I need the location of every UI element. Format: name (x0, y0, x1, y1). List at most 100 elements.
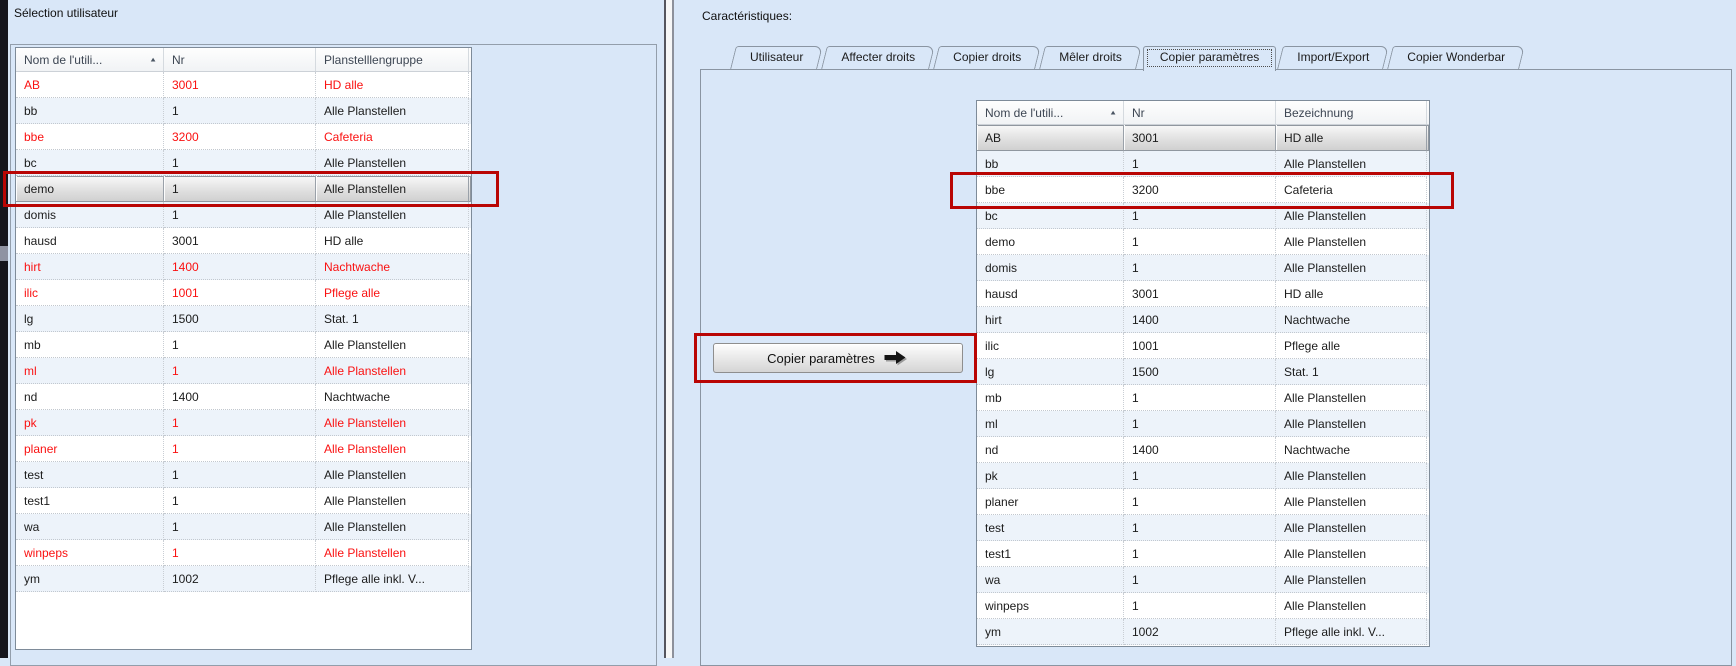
table-header: Nom de l'utili... ▲ Nr Planstelllengruppe (16, 48, 471, 72)
user-selection-table[interactable]: Nom de l'utili... ▲ Nr Planstelllengruppe AB… (3, 47, 499, 650)
table-row[interactable]: planer 1 Alle Planstellen (16, 436, 471, 462)
table-row[interactable]: hausd 3001 HD alle (977, 281, 1429, 307)
table-row[interactable]: domis 1 Alle Planstellen (977, 255, 1429, 281)
table-row[interactable]: demo 1 Alle Planstellen (3, 171, 499, 207)
table-row[interactable]: demo 1 Alle Planstellen (977, 229, 1429, 255)
table-row[interactable]: hirt 1400 Nachtwache (16, 254, 471, 280)
table-cell: 1 (164, 150, 316, 176)
table-cell: Stat. 1 (1276, 359, 1427, 385)
table-cell: 1001 (164, 280, 316, 306)
table-row[interactable]: domis 1 Alle Planstellen (16, 202, 471, 228)
table-cell: Nachtwache (1276, 437, 1427, 463)
table-row[interactable]: ml 1 Alle Planstellen (977, 411, 1429, 437)
tab-affecter-droits[interactable]: Affecter droits (824, 46, 932, 69)
table-cell: ml (977, 411, 1124, 437)
tab-utilisateur[interactable]: Utilisateur (733, 46, 820, 69)
column-header[interactable]: Nr (164, 48, 316, 71)
column-header-label: Nom de l'utili... (24, 52, 103, 67)
table-cell: Alle Planstellen (1276, 385, 1427, 411)
column-header[interactable]: Nr (1124, 101, 1276, 124)
table-cell: 1002 (1124, 619, 1276, 645)
table-cell: 1001 (1124, 333, 1276, 359)
table-cell: 1 (1124, 593, 1276, 619)
table-cell: test1 (977, 541, 1124, 567)
table-row[interactable]: ilic 1001 Pflege alle (16, 280, 471, 306)
tab-copier-wonderbar[interactable]: Copier Wonderbar (1390, 46, 1522, 69)
table-cell: 1 (164, 514, 316, 540)
table-row[interactable]: bbe 3200 Cafeteria (16, 124, 471, 150)
table-row[interactable]: planer 1 Alle Planstellen (977, 489, 1429, 515)
table-row[interactable]: winpeps 1 Alle Planstellen (16, 540, 471, 566)
table-cell: 1 (164, 462, 316, 488)
table-row[interactable]: pk 1 Alle Planstellen (977, 463, 1429, 489)
table-cell: ml (16, 358, 164, 384)
column-header[interactable]: Bezeichnung (1276, 101, 1427, 124)
table-row[interactable]: test1 1 Alle Planstellen (16, 488, 471, 514)
table-row[interactable]: test 1 Alle Planstellen (977, 515, 1429, 541)
column-header[interactable]: Nom de l'utili... ▲ (977, 101, 1124, 124)
table-row[interactable]: test1 1 Alle Planstellen (977, 541, 1429, 567)
table-row[interactable]: wa 1 Alle Planstellen (977, 567, 1429, 593)
table-header: Nom de l'utili... ▲ Nr Bezeichnung (977, 101, 1429, 125)
table-cell: bb (16, 98, 164, 124)
table-row[interactable]: wa 1 Alle Planstellen (16, 514, 471, 540)
table-cell: 1 (164, 410, 316, 436)
table-row[interactable]: ym 1002 Pflege alle inkl. V... (16, 566, 471, 592)
table-cell: 1 (1124, 385, 1276, 411)
table-cell: 1 (1124, 489, 1276, 515)
table-row[interactable]: hausd 3001 HD alle (16, 228, 471, 254)
table-row[interactable]: bc 1 Alle Planstellen (977, 203, 1429, 229)
table-row[interactable]: lg 1500 Stat. 1 (16, 306, 471, 332)
table-row[interactable]: hirt 1400 Nachtwache (977, 307, 1429, 333)
tab-strip: Utilisateur Affecter droits Copier droits M… (733, 46, 1526, 71)
table-row[interactable]: ilic 1001 Pflege alle (977, 333, 1429, 359)
table-cell: Alle Planstellen (1276, 255, 1427, 281)
table-row[interactable]: AB 3001 HD alle (977, 125, 1429, 151)
copy-target-table[interactable]: Nom de l'utili... ▲ Nr Bezeichnung AB 3001 HD … (950, 100, 1454, 647)
table-cell: bbe (16, 124, 164, 150)
table-cell: AB (977, 125, 1124, 151)
table-cell: demo (977, 229, 1124, 255)
table-cell: pk (977, 463, 1124, 489)
table-cell: winpeps (977, 593, 1124, 619)
table-cell: Alle Planstellen (1276, 203, 1427, 229)
table-row[interactable]: bc 1 Alle Planstellen (16, 150, 471, 176)
table-cell: hausd (977, 281, 1124, 307)
table-row[interactable]: pk 1 Alle Planstellen (16, 410, 471, 436)
table-cell: Pflege alle (316, 280, 469, 306)
column-header[interactable]: Nom de l'utili... ▲ (16, 48, 164, 71)
table-row[interactable]: winpeps 1 Alle Planstellen (977, 593, 1429, 619)
table-cell: lg (16, 306, 164, 332)
table-row[interactable]: nd 1400 Nachtwache (977, 437, 1429, 463)
tab-label: Copier Wonderbar (1407, 50, 1506, 64)
table-row[interactable]: nd 1400 Nachtwache (16, 384, 471, 410)
tab-copier-param-tres[interactable]: Copier paramètres (1142, 46, 1277, 71)
table-row[interactable]: lg 1500 Stat. 1 (977, 359, 1429, 385)
table-row[interactable]: AB 3001 HD alle (16, 72, 471, 98)
table-cell: Alle Planstellen (316, 488, 469, 514)
table-row[interactable]: bb 1 Alle Planstellen (16, 98, 471, 124)
table-row[interactable]: mb 1 Alle Planstellen (16, 332, 471, 358)
table-cell: mb (977, 385, 1124, 411)
tab-copier-droits[interactable]: Copier droits (936, 46, 1038, 69)
table-cell: Alle Planstellen (1276, 515, 1427, 541)
sort-asc-icon: ▲ (1109, 108, 1117, 117)
table-row[interactable]: ml 1 Alle Planstellen (16, 358, 471, 384)
table-cell: Alle Planstellen (316, 202, 469, 228)
tab-m-ler-droits[interactable]: Mêler droits (1042, 46, 1139, 69)
table-cell: AB (16, 72, 164, 98)
table-row[interactable]: ym 1002 Pflege alle inkl. V... (977, 619, 1429, 645)
table-row[interactable]: bb 1 Alle Planstellen (977, 151, 1429, 177)
pane-splitter[interactable] (664, 0, 674, 658)
column-header[interactable]: Planstelllengruppe (316, 48, 469, 71)
table-cell: Alle Planstellen (316, 358, 469, 384)
table-cell: 1 (164, 436, 316, 462)
table-cell: Pflege alle inkl. V... (1276, 619, 1427, 645)
table-row[interactable]: test 1 Alle Planstellen (16, 462, 471, 488)
table-cell: Pflege alle inkl. V... (316, 566, 469, 592)
table-row[interactable]: mb 1 Alle Planstellen (977, 385, 1429, 411)
table-row[interactable]: bbe 3200 Cafeteria (950, 172, 1454, 209)
tab-label: Affecter droits (841, 50, 916, 64)
tab-import-export[interactable]: Import/Export (1280, 46, 1386, 69)
tab-label: Mêler droits (1059, 50, 1122, 64)
